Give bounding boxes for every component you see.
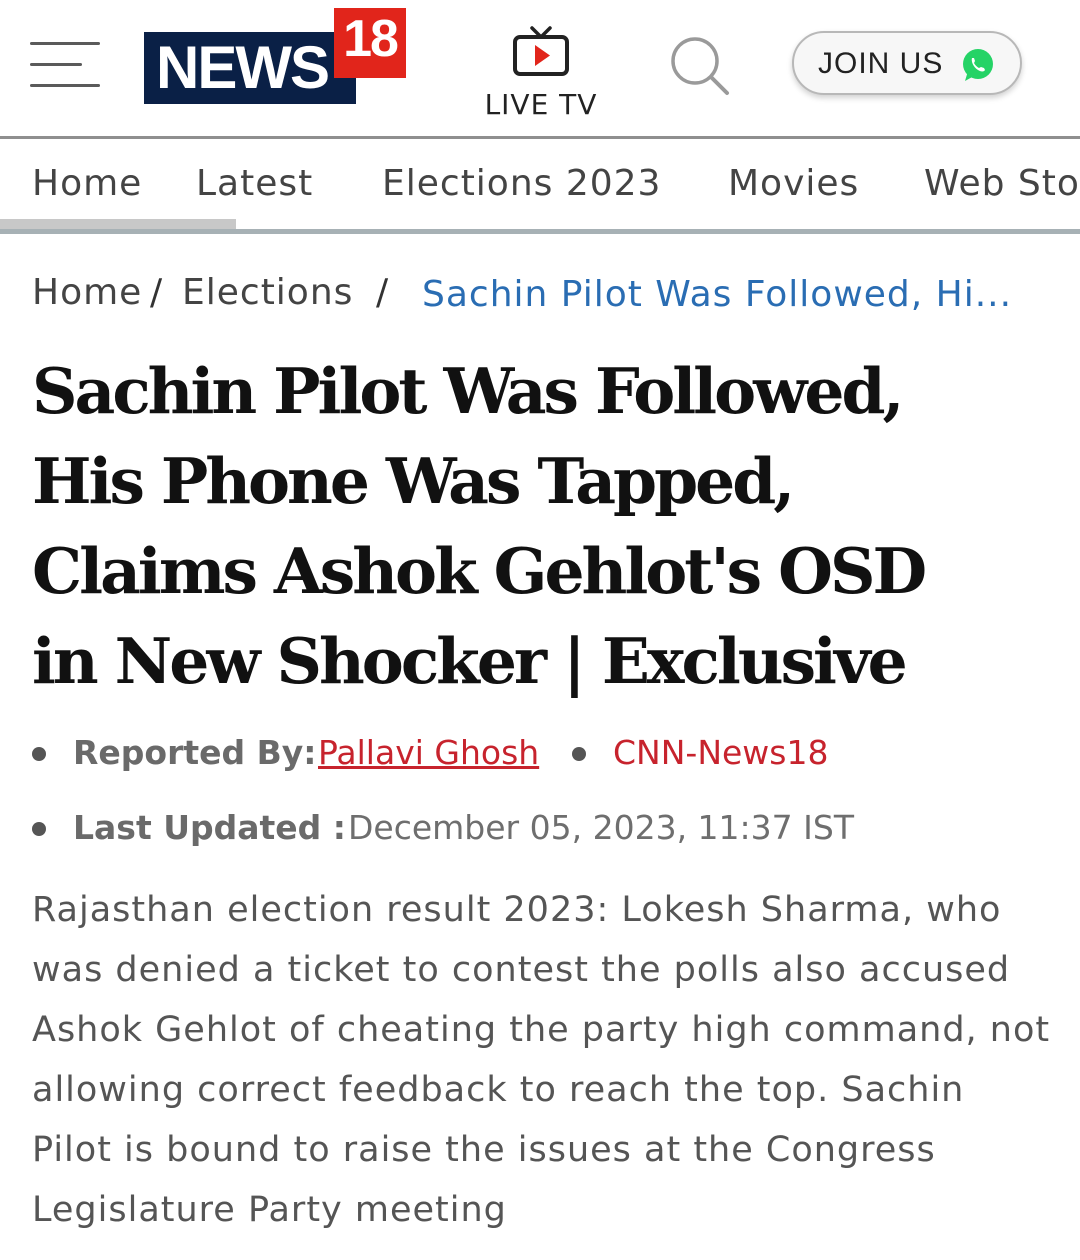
nav-item-movies[interactable]: Movies <box>728 163 859 204</box>
breadcrumb-separator: / <box>150 272 164 313</box>
nav-item-web-stories[interactable]: Web Sto <box>924 163 1080 204</box>
search-icon[interactable] <box>668 34 730 96</box>
breadcrumb-elections[interactable]: Elections <box>182 272 353 313</box>
headline-line: His Phone Was Tapped, <box>32 444 795 518</box>
byline-row: Reported By: Pallavi Ghosh CNN-News18 <box>30 733 1060 777</box>
nav-item-home[interactable]: Home <box>32 163 142 204</box>
breadcrumb: Home / Elections / Sachin Pilot Was Foll… <box>32 272 1062 322</box>
bullet <box>572 747 586 761</box>
whatsapp-icon <box>963 49 993 81</box>
logo-number: 18 <box>334 8 406 78</box>
logo-box: NEWS <box>144 32 356 104</box>
last-updated-label: Last Updated : <box>73 808 346 847</box>
join-us-label: JOIN US <box>818 47 944 80</box>
live-tv-label: LIVE TV <box>484 88 598 121</box>
headline-line: in New Shocker | Exclusive <box>32 624 908 698</box>
last-updated-date: December 05, 2023, 11:37 IST <box>348 808 854 847</box>
article-summary: Rajasthan election result 2023: Lokesh S… <box>32 890 1051 1230</box>
breadcrumb-separator: / <box>376 272 390 313</box>
join-us-button[interactable]: JOIN US <box>792 31 1022 95</box>
author-link[interactable]: Pallavi Ghosh <box>318 733 539 772</box>
main-nav: Home Latest Elections 2023 Movies Web St… <box>0 139 1080 236</box>
headline-line: Claims Ashok Gehlot's OSD <box>32 534 927 608</box>
nav-divider <box>0 229 1080 234</box>
news18-logo[interactable]: NEWS 18 <box>144 8 406 104</box>
reported-by-label: Reported By: <box>73 733 317 772</box>
logo-text: NEWS <box>156 34 330 101</box>
live-tv-icon <box>513 26 569 76</box>
updated-row: Last Updated : December 05, 2023, 11:37 … <box>30 808 1060 852</box>
site-header: NEWS 18 LIVE TV JOIN US <box>0 0 1080 137</box>
breadcrumb-home[interactable]: Home <box>32 272 142 313</box>
nav-item-elections-2023[interactable]: Elections 2023 <box>382 163 661 204</box>
nav-item-latest[interactable]: Latest <box>196 163 313 204</box>
bullet <box>32 822 46 836</box>
nav-active-indicator <box>0 219 236 229</box>
source-label: CNN-News18 <box>613 733 829 772</box>
headline-line: Sachin Pilot Was Followed, <box>32 354 904 428</box>
breadcrumb-current: Sachin Pilot Was Followed, Hi... <box>422 274 1013 315</box>
bullet <box>32 747 46 761</box>
article-headline: Sachin Pilot Was Followed, His Phone Was… <box>32 346 1062 706</box>
live-tv-button[interactable]: LIVE TV <box>476 26 606 136</box>
menu-icon[interactable] <box>30 42 100 88</box>
